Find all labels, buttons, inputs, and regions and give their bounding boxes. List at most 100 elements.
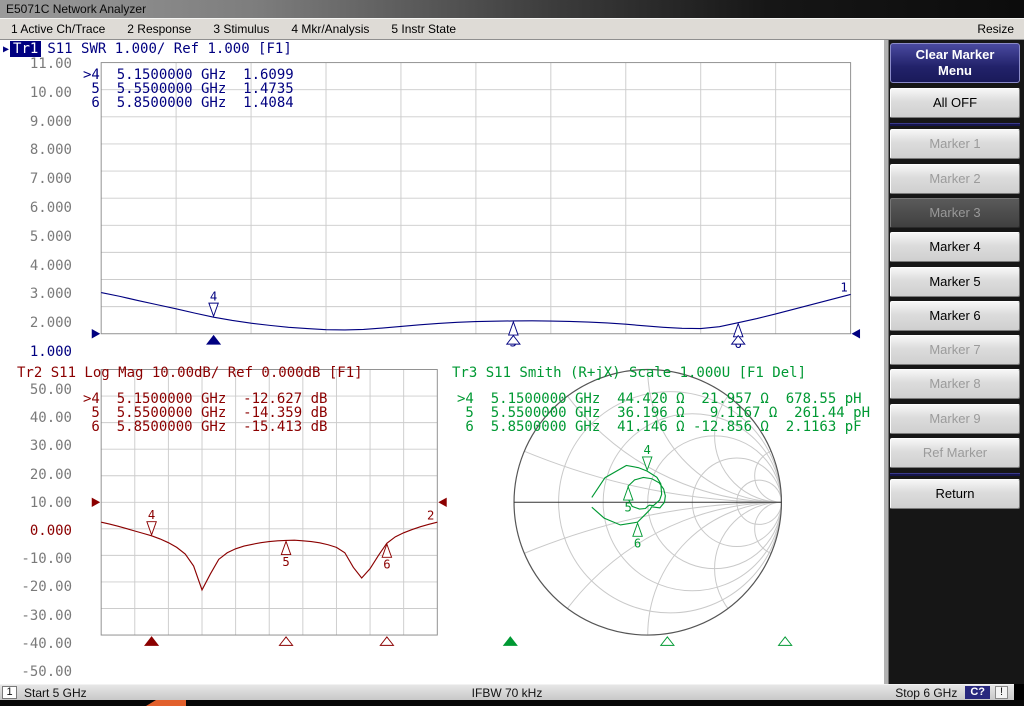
marker-table-row: >4 5.1500000 GHz -12.627 dB <box>83 392 327 406</box>
status-right-cluster: Stop 6 GHz C? ! <box>895 686 1014 700</box>
window-title: E5071C Network Analyzer <box>6 2 146 16</box>
graticule-area: 45614562456 ▶ Tr1 S11 SWR 1.000/ Ref 1.0… <box>0 40 884 684</box>
y-tick-label: 5.000 <box>0 229 72 245</box>
svg-text:6: 6 <box>383 558 390 572</box>
tr3-chart: 4 5 6 <box>113 40 884 684</box>
active-stimulus-marker <box>207 336 220 344</box>
y-tick-label: 9.000 <box>0 114 72 130</box>
ref-level-left-icon <box>92 329 100 338</box>
tr1-badge: Tr1 <box>10 41 41 57</box>
y-tick-label: 11.00 <box>0 56 72 72</box>
y-tick-label: 1.000 <box>0 344 72 360</box>
softkey-all-off[interactable]: All OFF <box>890 88 1020 118</box>
softkey-marker-9[interactable]: Marker 9 <box>890 404 1020 434</box>
softkey-marker-5[interactable]: Marker 5 <box>890 267 1020 297</box>
marker-table-row: 6 5.8500000 GHz 1.4084 <box>83 96 294 110</box>
tr1-header: ▶ Tr1 S11 SWR 1.000/ Ref 1.000 [F1] <box>3 41 292 57</box>
stimulus-marker <box>779 637 792 645</box>
active-stimulus-marker <box>504 637 517 645</box>
marker-table-row: 5 5.5500000 GHz 1.4735 <box>83 82 294 96</box>
bottom-edge-strip <box>0 700 1024 706</box>
svg-text:5: 5 <box>282 555 289 569</box>
softkey-title-line1: Clear Marker <box>891 47 1019 63</box>
tr2-trace-number: 2 <box>427 508 434 522</box>
softkey-separator <box>890 473 1020 476</box>
menu-items: 1 Active Ch/Trace2 Response3 Stimulus4 M… <box>0 22 467 36</box>
softkey-marker-2[interactable]: Marker 2 <box>890 164 1020 194</box>
y-tick-label: 50.00 <box>0 382 72 398</box>
marker-table-row: 6 5.8500000 GHz 41.146 Ω -12.856 Ω 2.116… <box>457 420 870 434</box>
stimulus-marker <box>507 336 520 344</box>
marker-4-glyph: 4 <box>209 289 218 316</box>
menu-item-1[interactable]: 1 Active Ch/Trace <box>0 22 116 36</box>
marker-table-row: >4 5.1500000 GHz 44.420 Ω 21.957 Ω 678.5… <box>457 392 870 406</box>
softkey-sidebar: Clear Marker Menu All OFF Marker 1 Marker … <box>884 40 1024 684</box>
y-tick-label: 0.000 <box>0 523 72 539</box>
tr2-header: Tr2 S11 Log Mag 10.00dB/ Ref 0.000dB [F1… <box>17 365 363 381</box>
y-tick-label: 8.000 <box>0 142 72 158</box>
background-window-edge <box>146 700 186 706</box>
tr2-marker-table: >4 5.1500000 GHz -12.627 dB 5 5.5500000 … <box>83 392 327 434</box>
marker-table-row: >4 5.1500000 GHz 1.6099 <box>83 68 294 82</box>
y-tick-label: 30.00 <box>0 438 72 454</box>
y-tick-label: 6.000 <box>0 200 72 216</box>
window-titlebar[interactable]: E5071C Network Analyzer <box>0 0 1024 18</box>
ref-level-right-icon <box>438 498 446 507</box>
softkey-return[interactable]: Return <box>890 479 1020 509</box>
y-tick-label: 40.00 <box>0 410 72 426</box>
resize-button[interactable]: Resize <box>967 22 1024 36</box>
stimulus-marker <box>279 637 292 645</box>
softkey-ref-marker[interactable]: Ref Marker <box>890 438 1020 468</box>
svg-text:4: 4 <box>148 508 155 522</box>
y-tick-label: 3.000 <box>0 286 72 302</box>
stop-frequency-label: Stop 6 GHz <box>895 686 957 700</box>
softkey-menu-title: Clear Marker Menu <box>890 43 1020 83</box>
softkey-marker-8[interactable]: Marker 8 <box>890 369 1020 399</box>
svg-text:4: 4 <box>210 289 217 303</box>
smith-reactance-grid <box>113 40 884 684</box>
svg-text:4: 4 <box>644 443 651 457</box>
marker-5-glyph: 5 <box>281 541 290 568</box>
tr3-marker-table: >4 5.1500000 GHz 44.420 Ω 21.957 Ω 678.5… <box>457 392 870 434</box>
softkey-separator <box>890 123 1020 126</box>
softkey-marker-6[interactable]: Marker 6 <box>890 301 1020 331</box>
ifbw-label: IFBW 70 kHz <box>0 686 1014 700</box>
active-stimulus-marker <box>145 637 158 645</box>
instrument-screen: E5071C Network Analyzer 1 Active Ch/Trac… <box>0 0 1024 706</box>
softkey-scroll-strip[interactable] <box>884 40 889 684</box>
menu-item-5[interactable]: 5 Instr State <box>380 22 467 36</box>
marker-4-glyph: 4 <box>642 443 651 470</box>
marker-6-glyph: 6 <box>633 523 642 550</box>
svg-text:5: 5 <box>625 500 632 514</box>
y-tick-label: 10.00 <box>0 495 72 511</box>
marker-table-row: 5 5.5500000 GHz 36.196 Ω 9.1167 Ω 261.44… <box>457 406 870 420</box>
y-tick-label: -10.00 <box>0 551 72 567</box>
menu-item-3[interactable]: 3 Stimulus <box>202 22 280 36</box>
marker-5-glyph: 5 <box>623 487 632 514</box>
status-bar: 1 Start 5 GHz IFBW 70 kHz Stop 6 GHz C? … <box>0 684 1014 700</box>
softkey-marker-4[interactable]: Marker 4 <box>890 232 1020 262</box>
menu-item-2[interactable]: 2 Response <box>116 22 202 36</box>
marker-table-row: 5 5.5500000 GHz -14.359 dB <box>83 406 327 420</box>
correction-badge: C? <box>965 686 990 699</box>
y-tick-label: -40.00 <box>0 636 72 652</box>
ref-level-right-icon <box>852 329 860 338</box>
marker-table-row: 6 5.8500000 GHz -15.413 dB <box>83 420 327 434</box>
y-tick-label: 10.00 <box>0 85 72 101</box>
softkey-marker-7[interactable]: Marker 7 <box>890 335 1020 365</box>
y-tick-label: 20.00 <box>0 467 72 483</box>
tr1-marker-table: >4 5.1500000 GHz 1.6099 5 5.5500000 GHz … <box>83 68 294 110</box>
charts-svg: 45614562456 <box>0 40 884 684</box>
svg-text:6: 6 <box>634 537 641 551</box>
active-trace-arrow-icon: ▶ <box>3 44 9 55</box>
y-tick-label: -20.00 <box>0 579 72 595</box>
menu-item-4[interactable]: 4 Mkr/Analysis <box>280 22 380 36</box>
tr1-trace-number: 1 <box>840 281 847 295</box>
tr1-header-text: S11 SWR 1.000/ Ref 1.000 [F1] <box>47 41 291 57</box>
softkey-marker-1[interactable]: Marker 1 <box>890 129 1020 159</box>
softkey-marker-3[interactable]: Marker 3 <box>890 198 1020 228</box>
stimulus-marker <box>380 637 393 645</box>
alert-indicator: ! <box>995 686 1008 699</box>
menu-bar: 1 Active Ch/Trace2 Response3 Stimulus4 M… <box>0 18 1024 40</box>
tr3-header: Tr3 S11 Smith (R+jX) Scale 1.000U [F1 De… <box>452 365 806 381</box>
